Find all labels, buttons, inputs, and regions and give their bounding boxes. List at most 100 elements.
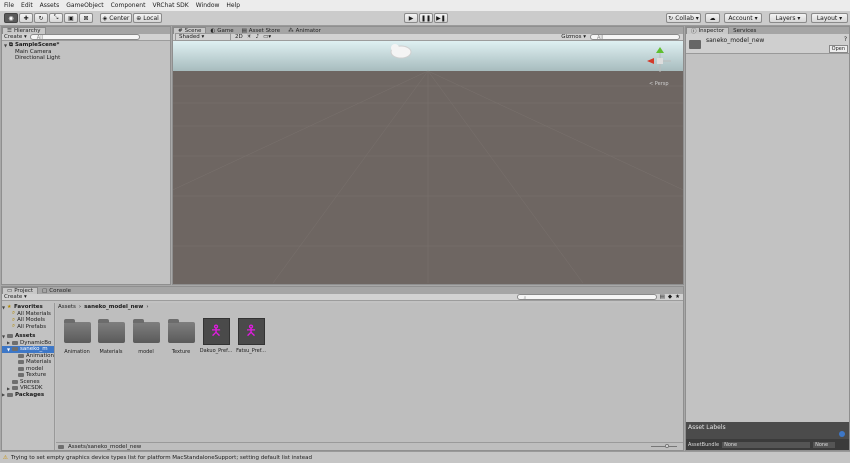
- hand-tool-button[interactable]: ◉: [4, 13, 18, 23]
- favorite-star-icon[interactable]: ★: [675, 294, 680, 300]
- tag-icon[interactable]: [839, 431, 845, 437]
- tab-hierarchy[interactable]: ☰ Hierarchy: [2, 27, 46, 34]
- packages-row[interactable]: ▶ Packages: [2, 392, 54, 399]
- filter-label-icon[interactable]: ◆: [668, 294, 672, 300]
- project-panel: ▭ Project ▢ Console Create ▾ ⌕ ▤ ◆ ★ ▼ ★ Fav…: [1, 286, 684, 451]
- asset-store-tab-label: Asset Store: [248, 27, 281, 34]
- folder-icon: [689, 40, 701, 49]
- account-dropdown[interactable]: Account ▾: [724, 13, 762, 23]
- hierarchy-search-input[interactable]: All: [29, 34, 140, 41]
- asset-folder-row[interactable]: ▶ DynamicBo: [2, 340, 54, 347]
- console-tab-label: Console: [49, 287, 72, 294]
- hierarchy-panel: ☰ Hierarchy Create ▾ All ▼ ⧉ SampleScene* M…: [1, 26, 171, 285]
- menu-assets[interactable]: Assets: [40, 2, 60, 9]
- project-create-button[interactable]: Create ▾: [4, 294, 27, 300]
- asset-folder-label: saneko_m: [20, 346, 48, 353]
- cloud-button[interactable]: ☁: [705, 13, 720, 23]
- collab-button[interactable]: ↻ Collab ▾: [666, 13, 701, 23]
- assetbundle-dropdown[interactable]: None: [722, 441, 811, 448]
- rect-icon: ▣: [68, 14, 74, 22]
- menu-help[interactable]: Help: [226, 2, 240, 9]
- assetbundle-row: AssetBundle None None: [686, 439, 849, 450]
- console-tab-icon: ▢: [42, 287, 48, 294]
- folder-icon: [63, 319, 91, 343]
- services-tab-label: Services: [733, 27, 757, 34]
- folder-icon: [7, 392, 13, 397]
- store-tab-icon: ▤: [241, 27, 247, 34]
- layout-dropdown[interactable]: Layout ▾: [811, 13, 848, 23]
- rotate-icon: ↻: [38, 14, 44, 22]
- menu-window[interactable]: Window: [196, 2, 220, 9]
- scene-tabstrip: # Scene ◐ Game ▤ Asset Store ⁂ Animator: [173, 27, 683, 34]
- pause-button[interactable]: ❚❚: [419, 13, 433, 23]
- grid-item-label: Animation: [64, 349, 90, 355]
- grid-item-label: model: [138, 349, 154, 355]
- gizmos-label: Gizmos: [561, 34, 582, 40]
- scene-viewport[interactable]: < Persp: [173, 41, 683, 283]
- asset-grid-item-prefab[interactable]: 🯅 Fatsu_Pref...: [234, 318, 268, 354]
- tab-inspector[interactable]: ⓘ Inspector: [686, 27, 730, 35]
- scene-search-input[interactable]: All: [590, 34, 680, 41]
- account-label: Account: [728, 14, 753, 22]
- transform-tool-button[interactable]: ⊠: [79, 13, 93, 23]
- scene-panel: # Scene ◐ Game ▤ Asset Store ⁂ Animator Shad…: [172, 26, 684, 285]
- lighting-toggle-icon[interactable]: ☀: [247, 34, 252, 40]
- search-icon: ⌕: [523, 295, 527, 301]
- shading-dropdown[interactable]: Shaded ▾: [175, 33, 231, 41]
- filter-type-icon[interactable]: ▤: [660, 294, 665, 300]
- play-button[interactable]: ▶: [404, 13, 418, 23]
- project-search-input[interactable]: ⌕: [516, 294, 657, 301]
- breadcrumb-current[interactable]: saneko_model_new: [84, 304, 143, 310]
- open-button[interactable]: Open: [828, 45, 848, 53]
- step-button[interactable]: ▶❚: [434, 13, 448, 23]
- menu-bar: File Edit Assets GameObject Component VR…: [0, 0, 850, 11]
- layers-dropdown[interactable]: Layers ▾: [769, 13, 807, 23]
- folder-icon: [12, 386, 18, 391]
- help-icon[interactable]: ?: [844, 36, 847, 43]
- move-icon: ✚: [23, 14, 29, 22]
- hierarchy-item-directional-light[interactable]: Directional Light: [4, 55, 168, 62]
- asset-grid-item-model[interactable]: model: [129, 319, 163, 355]
- gizmos-dropdown[interactable]: Gizmos ▾: [561, 34, 586, 40]
- tab-services[interactable]: Services: [729, 27, 760, 34]
- tab-project[interactable]: ▭ Project: [2, 287, 39, 294]
- move-tool-button[interactable]: ✚: [19, 13, 33, 23]
- tab-console[interactable]: ▢ Console: [38, 287, 75, 294]
- status-bar[interactable]: ⚠ Trying to set empty graphics device ty…: [0, 451, 850, 463]
- project-footer: Assets/saneko_model_new: [56, 442, 683, 450]
- folder-icon: [58, 444, 64, 449]
- variant-dropdown[interactable]: None: [813, 441, 836, 448]
- scale-icon: ⤡: [53, 14, 59, 21]
- asset-folder-row-selected[interactable]: ▼ saneko_m: [2, 346, 54, 353]
- icon-size-slider[interactable]: [651, 444, 677, 448]
- effects-toggle-icon[interactable]: ▭▾: [263, 34, 271, 40]
- tab-asset-store[interactable]: ▤ Asset Store: [238, 27, 285, 34]
- rect-tool-button[interactable]: ▣: [64, 13, 78, 23]
- asset-grid-item-animation[interactable]: Animation: [60, 319, 94, 355]
- scale-tool-button[interactable]: ⤡: [49, 13, 63, 23]
- favorite-item[interactable]: ⌕ All Prefabs: [2, 323, 54, 331]
- pivot-center-toggle[interactable]: ◈ Center: [100, 13, 132, 23]
- open-label: Open: [831, 46, 845, 52]
- menu-gameobject[interactable]: GameObject: [66, 2, 103, 9]
- asset-grid-item-texture[interactable]: Texture: [164, 319, 198, 355]
- hierarchy-create-button[interactable]: Create ▾: [4, 34, 27, 40]
- asset-grid-item-prefab[interactable]: 🯅 Dakuo_Pref...: [199, 318, 233, 354]
- menu-vrchat-sdk[interactable]: VRChat SDK: [152, 2, 188, 9]
- asset-folder-label: Texture: [26, 372, 47, 379]
- space-local-toggle[interactable]: ⊕ Local: [133, 13, 162, 23]
- menu-edit[interactable]: Edit: [21, 2, 33, 9]
- folder-icon: [12, 379, 18, 384]
- breadcrumb-assets[interactable]: Assets: [58, 304, 76, 310]
- audio-toggle-icon[interactable]: ♪: [256, 34, 260, 40]
- tab-animator[interactable]: ⁂ Animator: [284, 27, 325, 34]
- slider-handle[interactable]: [665, 444, 669, 448]
- asset-grid-item-materials[interactable]: Materials: [94, 319, 128, 355]
- project-toolbar: Create ▾ ⌕ ▤ ◆ ★: [2, 294, 683, 301]
- rotate-tool-button[interactable]: ↻: [34, 13, 48, 23]
- grid-item-label: Materials: [99, 349, 123, 355]
- humanoid-prefab-icon: 🯅: [202, 318, 230, 345]
- 2d-toggle[interactable]: 2D: [235, 34, 243, 40]
- menu-file[interactable]: File: [4, 2, 14, 9]
- menu-component[interactable]: Component: [111, 2, 146, 9]
